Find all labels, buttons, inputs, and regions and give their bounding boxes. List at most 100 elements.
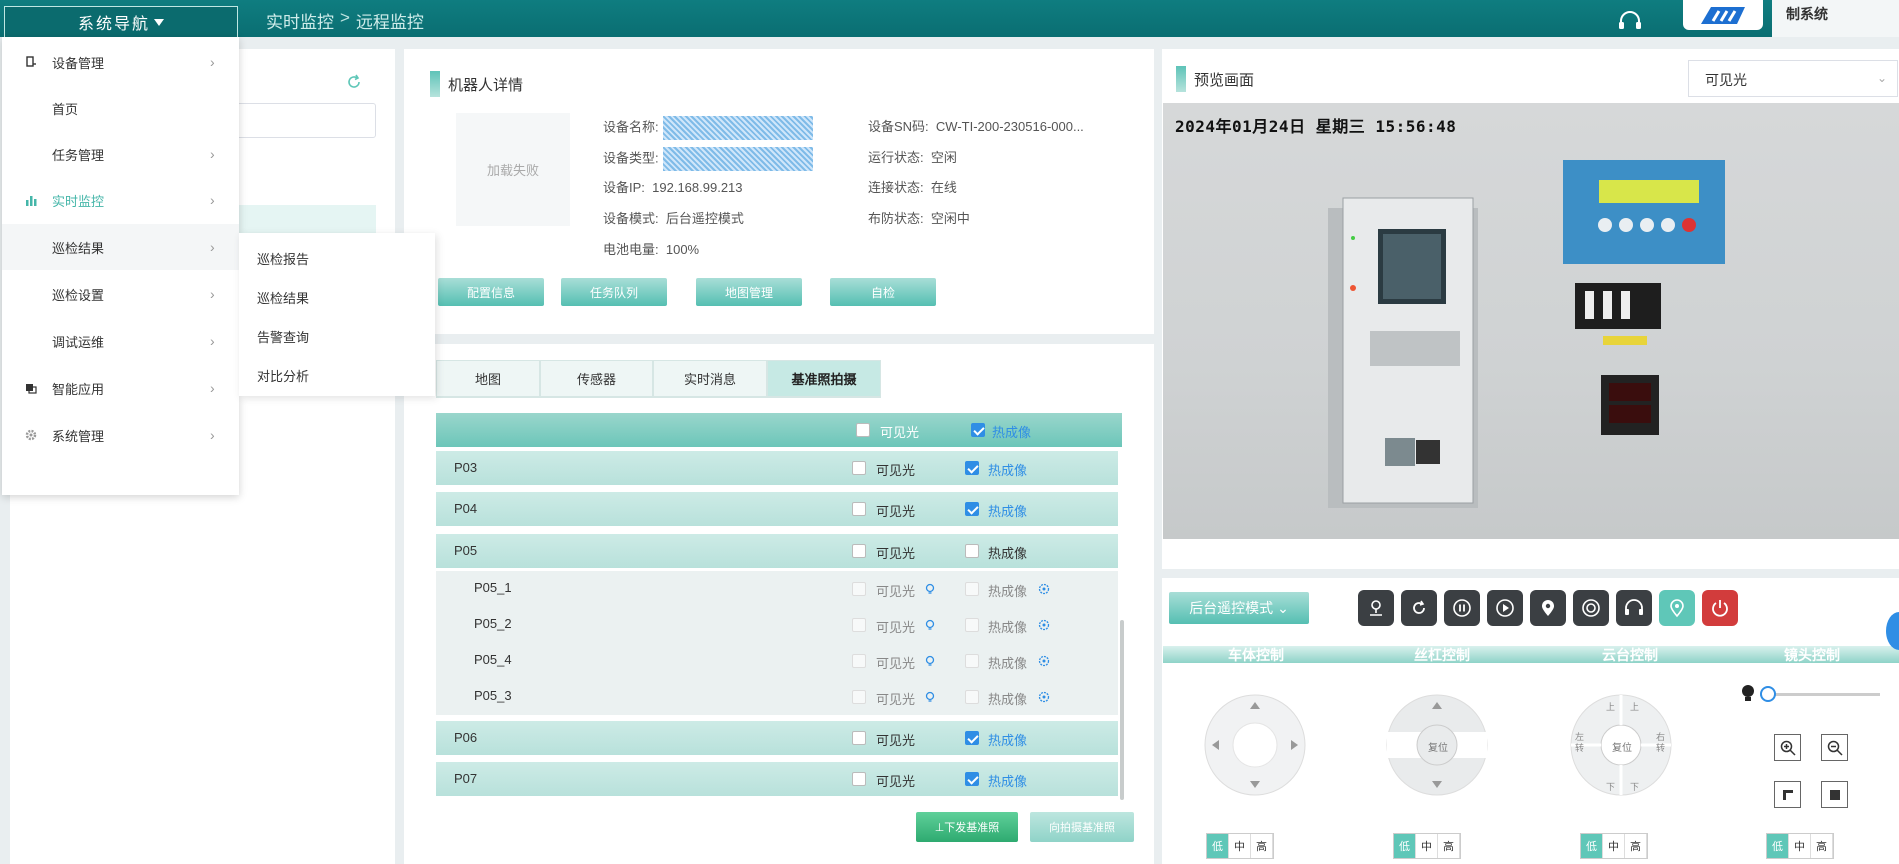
play-icon[interactable] [1487, 590, 1523, 626]
submenu-item-results[interactable]: 巡检结果 [257, 288, 309, 307]
config-info-button[interactable]: 配置信息 [438, 278, 544, 306]
table-subrow[interactable]: P05_1 可见光 热成像 [436, 571, 1118, 607]
visible-checkbox[interactable] [852, 582, 866, 596]
thermal-checkbox[interactable] [965, 654, 979, 668]
visible-checkbox[interactable] [852, 772, 866, 786]
ptz-up-right[interactable]: 上 [1630, 700, 1639, 713]
headset-icon[interactable] [1616, 590, 1652, 626]
screw-direction-pad[interactable]: 复位 [1384, 692, 1490, 798]
table-scrollbar[interactable] [1120, 620, 1124, 800]
zoom-out-icon[interactable] [1821, 734, 1848, 761]
visible-checkbox[interactable] [852, 654, 866, 668]
bulb-icon[interactable] [924, 583, 936, 595]
speed-low[interactable]: 低 [1767, 834, 1789, 858]
visible-checkbox[interactable] [852, 502, 866, 516]
target-icon[interactable] [1038, 583, 1050, 595]
ptz-down-left[interactable]: 下 [1606, 780, 1615, 793]
capture-baseline-button[interactable]: 向拍摄基准照 [1030, 812, 1134, 842]
nav-item-smart-apps[interactable]: 智能应用 › [2, 365, 239, 411]
thermal-checkbox[interactable] [965, 461, 979, 475]
target-icon[interactable] [1038, 655, 1050, 667]
vehicle-direction-pad[interactable] [1202, 692, 1308, 798]
vehicle-speed-selector[interactable]: 低 中 高 [1206, 833, 1274, 859]
focus-near-icon[interactable] [1774, 781, 1801, 808]
tab-realtime-messages[interactable]: 实时消息 [653, 360, 767, 397]
tree-selected-node[interactable] [230, 205, 376, 233]
nav-item-inspection-settings[interactable]: 巡检设置 › [2, 271, 239, 317]
visible-checkbox[interactable] [852, 544, 866, 558]
power-icon[interactable] [1702, 590, 1738, 626]
screw-reset-label[interactable]: 复位 [1428, 739, 1448, 754]
location-icon[interactable] [1530, 590, 1566, 626]
speed-low[interactable]: 低 [1207, 834, 1229, 858]
thermal-checkbox[interactable] [965, 582, 979, 596]
camera-type-select[interactable]: 可见光 ⌄ [1688, 60, 1898, 97]
sync-icon[interactable] [1401, 590, 1437, 626]
header-thermal-checkbox[interactable] [971, 423, 985, 437]
ptz-down-right[interactable]: 下 [1630, 780, 1639, 793]
speed-high[interactable]: 高 [1438, 834, 1460, 858]
speed-mid[interactable]: 中 [1603, 834, 1625, 858]
zoom-slider-handle[interactable] [1760, 686, 1776, 702]
visible-checkbox[interactable] [852, 690, 866, 704]
lens-speed-selector[interactable]: 低 中 高 [1766, 833, 1834, 859]
dispatch-baseline-button[interactable]: ⊥下发基准照 [916, 812, 1018, 842]
ptz-speed-selector[interactable]: 低 中 高 [1580, 833, 1648, 859]
pause-icon[interactable] [1444, 590, 1480, 626]
tab-baseline-capture[interactable]: 基准照拍摄 [767, 360, 881, 397]
bulb-icon[interactable] [924, 655, 936, 667]
map-management-button[interactable]: 地图管理 [696, 278, 802, 306]
nav-toggle-button[interactable]: 系统导航 [4, 6, 238, 38]
nav-item-task-management[interactable]: 任务管理 › [2, 131, 239, 177]
visible-checkbox[interactable] [852, 731, 866, 745]
nav-item-debug-ops[interactable]: 调试运维 › [2, 318, 239, 364]
table-subrow[interactable]: P05_4 可见光 热成像 [436, 643, 1118, 679]
person-pin-icon[interactable] [1358, 590, 1394, 626]
ptz-direction-pad[interactable]: 上 上 左转 右转 复位 下 下 [1568, 692, 1674, 798]
tab-map[interactable]: 地图 [436, 360, 540, 397]
table-row[interactable]: P03 可见光 热成像 [436, 451, 1118, 485]
table-row[interactable]: P05 可见光 热成像 [436, 534, 1118, 568]
tree-search-input[interactable] [230, 103, 376, 138]
speed-high[interactable]: 高 [1625, 834, 1647, 858]
submenu-item-alarm-query[interactable]: 告警查询 [257, 327, 309, 346]
submenu-item-compare[interactable]: 对比分析 [257, 366, 309, 385]
nav-item-system-management[interactable]: 系统管理 › [2, 412, 239, 458]
speed-low[interactable]: 低 [1581, 834, 1603, 858]
bulb-icon[interactable] [924, 691, 936, 703]
thermal-checkbox[interactable] [965, 502, 979, 516]
ptz-reset-label[interactable]: 复位 [1612, 739, 1632, 754]
target-icon[interactable] [1038, 619, 1050, 631]
table-row[interactable]: P04 可见光 热成像 [436, 492, 1118, 526]
video-feed[interactable]: 2024年01月24日 星期三 15:56:48 [1163, 103, 1899, 539]
submenu-item-report[interactable]: 巡检报告 [257, 249, 309, 268]
nav-item-inspection-results[interactable]: 巡检结果 › [2, 224, 239, 270]
header-visible-checkbox[interactable] [856, 423, 870, 437]
screw-speed-selector[interactable]: 低 中 高 [1393, 833, 1461, 859]
thermal-checkbox[interactable] [965, 618, 979, 632]
thermal-checkbox[interactable] [965, 772, 979, 786]
focus-far-icon[interactable] [1821, 781, 1848, 808]
speed-mid[interactable]: 中 [1416, 834, 1438, 858]
breadcrumb-item[interactable]: 实时监控 [266, 8, 334, 33]
table-subrow[interactable]: P05_3 可见光 热成像 [436, 679, 1118, 715]
speed-mid[interactable]: 中 [1789, 834, 1811, 858]
speed-low[interactable]: 低 [1394, 834, 1416, 858]
table-subrow[interactable]: P05_2 可见光 热成像 [436, 607, 1118, 643]
thermal-checkbox[interactable] [965, 544, 979, 558]
zoom-slider-track[interactable] [1760, 693, 1880, 696]
thermal-checkbox[interactable] [965, 690, 979, 704]
speed-mid[interactable]: 中 [1229, 834, 1251, 858]
table-row[interactable]: P07 可见光 热成像 [436, 762, 1118, 796]
self-check-button[interactable]: 自检 [830, 278, 936, 306]
headset-icon[interactable] [1617, 10, 1643, 32]
nav-item-home[interactable]: 首页 [2, 85, 239, 131]
speed-high[interactable]: 高 [1811, 834, 1833, 858]
refresh-icon[interactable] [346, 74, 362, 90]
visible-checkbox[interactable] [852, 461, 866, 475]
map-pin-icon[interactable] [1659, 590, 1695, 626]
thermal-checkbox[interactable] [965, 731, 979, 745]
bulb-icon[interactable] [924, 619, 936, 631]
table-row[interactable]: P06 可见光 热成像 [436, 721, 1118, 755]
tab-sensor[interactable]: 传感器 [540, 360, 653, 397]
